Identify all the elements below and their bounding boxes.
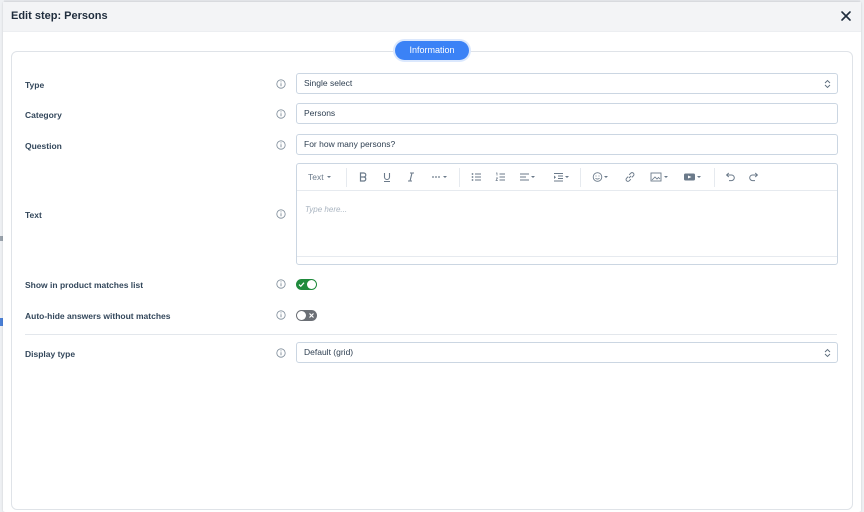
align-icon[interactable] xyxy=(519,171,537,183)
image-icon[interactable] xyxy=(650,171,670,183)
category-input-value: Persons xyxy=(304,108,336,118)
info-icon[interactable] xyxy=(276,79,286,89)
type-select[interactable]: Single select xyxy=(296,73,838,94)
numbered-list-icon[interactable] xyxy=(495,171,506,183)
info-icon[interactable] xyxy=(276,140,286,150)
display-type-label: Display type xyxy=(25,349,76,359)
redo-icon[interactable] xyxy=(748,171,760,183)
toggle-knob xyxy=(307,280,316,289)
toolbar-divider xyxy=(580,168,581,187)
emoji-icon[interactable] xyxy=(592,171,610,183)
undo-icon[interactable] xyxy=(724,171,736,183)
auto-hide-label: Auto-hide answers without matches xyxy=(25,311,171,321)
toolbar-divider xyxy=(714,168,715,187)
question-input-value: For how many persons? xyxy=(304,139,396,149)
show-in-matches-toggle[interactable] xyxy=(296,279,317,290)
section-divider xyxy=(25,334,837,335)
bulleted-list-icon[interactable] xyxy=(471,171,482,183)
info-icon[interactable] xyxy=(276,279,286,289)
underline-icon[interactable] xyxy=(382,171,392,183)
auto-hide-toggle[interactable] xyxy=(296,310,317,321)
info-icon[interactable] xyxy=(276,109,286,119)
type-select-value: Single select xyxy=(304,78,353,88)
question-input[interactable]: For how many persons? xyxy=(296,134,838,155)
indent-icon[interactable] xyxy=(553,171,571,183)
info-icon[interactable] xyxy=(276,348,286,358)
editor-content-area[interactable]: Type here... xyxy=(305,205,347,214)
link-icon[interactable] xyxy=(624,171,636,183)
text-style-dropdown[interactable]: Text xyxy=(308,171,332,183)
modal-title: Edit step: Persons xyxy=(11,10,108,22)
toggle-knob xyxy=(297,311,306,320)
display-type-select-value: Default (grid) xyxy=(304,347,354,357)
toolbar-divider xyxy=(459,168,460,187)
select-arrows-icon xyxy=(824,348,831,358)
tab-information[interactable]: Information xyxy=(395,41,469,60)
rich-text-editor: Text Type here... xyxy=(296,163,838,265)
chevron-down-icon xyxy=(326,176,331,178)
modal-header: Edit step: Persons xyxy=(3,2,861,32)
close-button[interactable] xyxy=(839,9,853,23)
edit-step-modal: Edit step: Persons Information Type Sing… xyxy=(3,2,861,512)
video-icon[interactable] xyxy=(683,171,703,183)
more-formatting-icon[interactable] xyxy=(431,171,449,183)
category-label: Category xyxy=(25,110,62,120)
select-arrows-icon xyxy=(824,79,831,89)
info-icon[interactable] xyxy=(276,209,286,219)
x-icon xyxy=(309,313,314,318)
check-icon xyxy=(298,282,305,288)
editor-footer xyxy=(297,256,837,264)
bold-icon[interactable] xyxy=(358,171,368,183)
close-icon xyxy=(841,11,851,21)
show-in-matches-label: Show in product matches list xyxy=(25,280,144,290)
question-label: Question xyxy=(25,141,62,151)
toolbar-divider xyxy=(346,168,347,187)
editor-toolbar: Text xyxy=(297,164,837,191)
info-icon[interactable] xyxy=(276,310,286,320)
type-label: Type xyxy=(25,80,45,90)
text-style-label: Text xyxy=(308,172,324,182)
italic-icon[interactable] xyxy=(406,171,416,183)
text-label: Text xyxy=(25,210,42,220)
category-input[interactable]: Persons xyxy=(296,103,838,124)
display-type-select[interactable]: Default (grid) xyxy=(296,342,838,363)
